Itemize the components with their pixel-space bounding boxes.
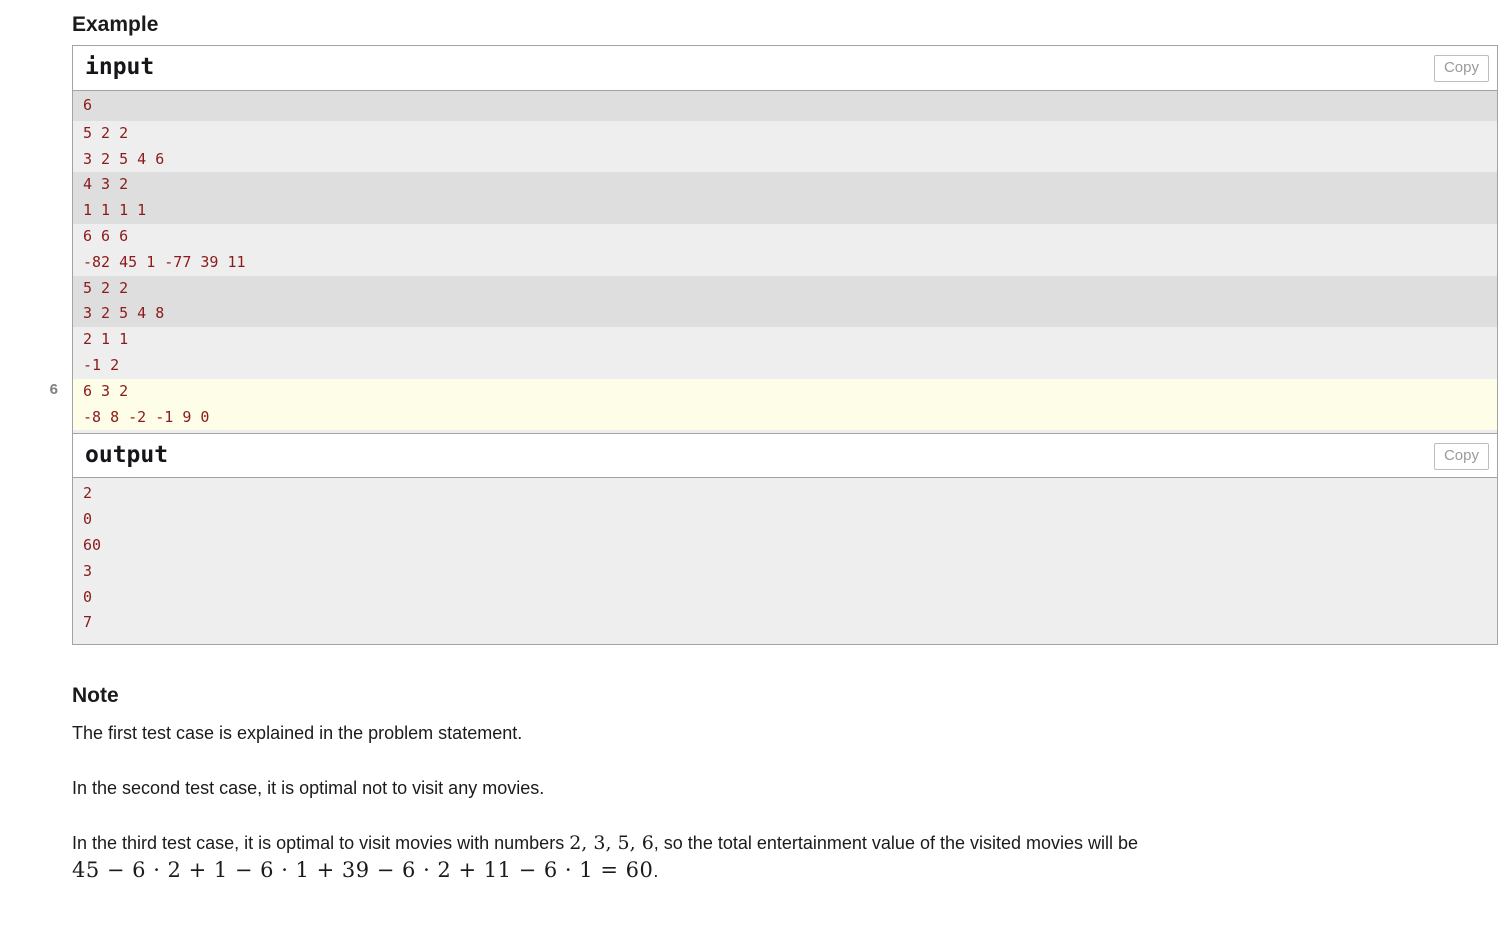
note-p3-period: .	[653, 861, 659, 881]
input-testcase-group: 2 1 1 -1 2	[73, 327, 1497, 379]
note-p3-suffix: , so the total entertainment value of th…	[653, 833, 1139, 853]
input-header: input Copy	[73, 46, 1497, 91]
note-p3-prefix: In the third test case, it is optimal to…	[72, 833, 570, 853]
output-label: output	[85, 442, 169, 469]
output-header: output Copy	[73, 433, 1497, 479]
copy-input-button[interactable]: Copy	[1433, 55, 1489, 82]
input-testcase-group: 4 3 2 1 1 1 1	[73, 172, 1497, 224]
output-line: 0	[83, 510, 93, 529]
output-data-pane[interactable]: 2 0 60 3 0 7	[73, 478, 1497, 645]
input-testcase-group: 5 2 2 3 2 5 4 6	[73, 120, 1497, 173]
output-line: 60	[83, 535, 102, 554]
input-testcase-group: 5 2 2 3 2 5 4 8	[73, 275, 1497, 328]
input-line: 6	[83, 96, 93, 114]
input-gutter-line-number: 6	[49, 380, 58, 398]
input-testcase-group: 6 6 6 -82 45 1 -77 39 11	[73, 223, 1497, 276]
input-line: 1 1 1 1	[83, 201, 147, 220]
page-title-example: Example	[72, 13, 159, 36]
input-line: 3 2 5 4 8	[83, 304, 165, 323]
output-line: 2	[83, 484, 93, 503]
input-line: 3 2 5 4 6	[83, 149, 165, 168]
input-testcase-group: 6 3 2 -8 8 -2 -1 9 0	[73, 378, 1497, 431]
input-line: -1 2	[83, 355, 120, 374]
note-p3-formula: 45 − 6 · 2 + 1 − 6 · 1 + 39 − 6 · 2 + 11…	[72, 858, 654, 882]
note-paragraph-3: In the third test case, it is optimal to…	[72, 830, 1472, 885]
example-box: input Copy 6 5 2 2 3 2 5 4 6 4 3 2 1 1 1 1 6 …	[72, 45, 1498, 646]
input-line: 5 2 2	[83, 278, 129, 297]
input-line: 6 3 2	[83, 381, 129, 400]
input-testcase-group: 6	[73, 91, 1497, 121]
output-line: 3	[83, 561, 93, 580]
input-line: -8 8 -2 -1 9 0	[83, 407, 210, 426]
input-line: 6 6 6	[83, 226, 129, 245]
input-line: 5 2 2	[83, 123, 129, 142]
input-label: input	[85, 54, 155, 80]
note-p3-movie-numbers: 2, 3, 5, 6	[569, 832, 654, 854]
input-line: -82 45 1 -77 39 11	[83, 252, 246, 271]
page-root: Example input Copy 6 5 2 2 3 2 5 4 6 4 3 2 1…	[0, 0, 1510, 927]
note-paragraph-1: The first test case is explained in the …	[72, 723, 523, 743]
note-paragraph-2: In the second test case, it is optimal n…	[72, 778, 545, 798]
output-line: 0	[83, 587, 93, 606]
input-line: 4 3 2	[83, 175, 129, 194]
input-line: 2 1 1	[83, 330, 129, 349]
page-title-note: Note	[72, 684, 119, 707]
output-line: 7	[83, 613, 93, 632]
input-data-pane[interactable]: 6 5 2 2 3 2 5 4 6 4 3 2 1 1 1 1 6 6 6 -82 45 1…	[73, 91, 1497, 434]
copy-output-button[interactable]: Copy	[1433, 443, 1489, 471]
